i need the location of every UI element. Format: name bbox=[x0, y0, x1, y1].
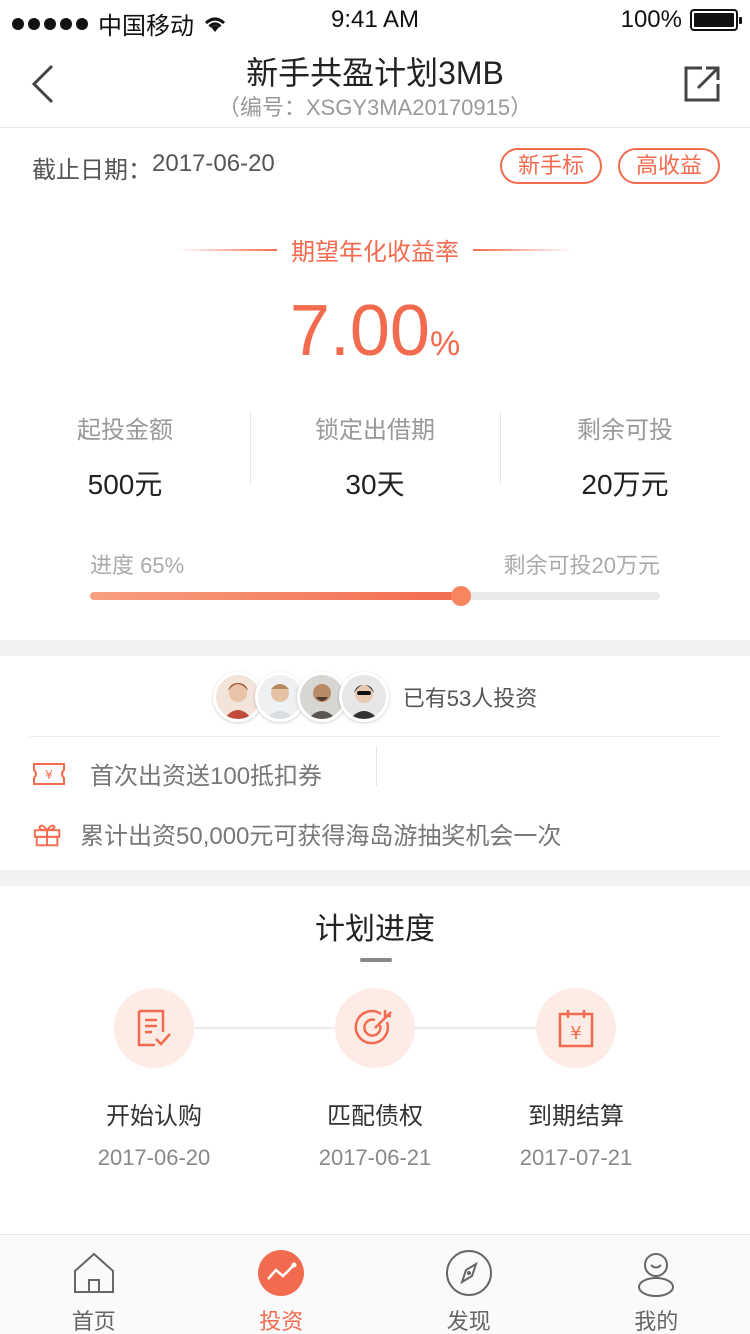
tab-label: 投资 bbox=[259, 1309, 304, 1334]
section-separator bbox=[0, 870, 750, 886]
tab-label: 首页 bbox=[71, 1309, 116, 1334]
metric-label: 剩余可投 bbox=[577, 417, 673, 444]
rate-divider-right bbox=[473, 248, 573, 251]
timeline-step-match: 匹配债权 2017-06-21 bbox=[275, 988, 475, 1171]
section-separator bbox=[0, 640, 750, 656]
step-circle: ¥ bbox=[536, 988, 616, 1068]
rate-display: 7.00% bbox=[0, 290, 750, 372]
home-icon bbox=[73, 1252, 114, 1293]
battery-percent: 100% bbox=[620, 6, 682, 33]
product-code: （编号：XSGY3MA20170915） bbox=[217, 95, 533, 120]
step-date: 2017-07-21 bbox=[519, 1145, 633, 1170]
invest-icon bbox=[258, 1250, 305, 1296]
metric-value: 20万元 bbox=[581, 469, 669, 500]
status-right: 100% bbox=[620, 6, 742, 34]
tab-bar: 首页 投资 发现 我的 bbox=[0, 1234, 750, 1334]
calendar-yen-icon: ¥ bbox=[558, 1010, 594, 1048]
tag-newbie: 新手标 bbox=[499, 148, 602, 184]
promo-coupon[interactable]: ¥ 首次出资送100抵扣券 bbox=[32, 756, 322, 791]
product-tags: 新手标 高收益 bbox=[499, 148, 720, 184]
target-icon bbox=[354, 1009, 392, 1045]
document-check-icon bbox=[137, 1009, 171, 1047]
profile-icon bbox=[638, 1253, 675, 1297]
divider bbox=[376, 746, 377, 786]
tab-invest[interactable]: 投资 bbox=[188, 1235, 376, 1334]
rate-value: 7.00 bbox=[289, 291, 430, 371]
timeline-step-settle: ¥ 到期结算 2017-07-21 bbox=[476, 988, 676, 1171]
investor-count: 已有53人投资 bbox=[402, 686, 538, 711]
tab-label: 我的 bbox=[634, 1309, 679, 1334]
product-detail-page: 中国移动 9:41 AM 100% 新手共盈计划3MB （编号：XSGY3MA2… bbox=[0, 0, 750, 1334]
rate-header: 期望年化收益率 bbox=[0, 232, 750, 267]
coupon-icon: ¥ bbox=[33, 762, 65, 785]
share-icon[interactable] bbox=[680, 62, 724, 106]
svg-text:¥: ¥ bbox=[570, 1023, 581, 1044]
investors[interactable]: 已有53人投资 bbox=[0, 672, 750, 722]
deadline-label: 截止日期： bbox=[32, 157, 152, 184]
gift-icon bbox=[33, 824, 61, 846]
step-label: 开始认购 bbox=[106, 1103, 202, 1130]
navigation-bar: 新手共盈计划3MB （编号：XSGY3MA20170915） bbox=[0, 40, 750, 128]
page-title: 新手共盈计划3MB bbox=[246, 55, 504, 91]
title-underline bbox=[360, 958, 392, 962]
step-date: 2017-06-20 bbox=[97, 1145, 211, 1170]
metric-value: 500元 bbox=[87, 469, 163, 500]
promo-text: 首次出资送100抵扣券 bbox=[90, 763, 323, 790]
metrics-row: 起投金额 500元 锁定出借期 30天 剩余可投 20万元 bbox=[0, 410, 750, 500]
metric-lock-period: 锁定出借期 30天 bbox=[250, 410, 500, 500]
promo-text: 累计出资50,000元可获得海岛游抽奖机会一次 bbox=[80, 823, 562, 850]
progress-label: 进度 65% bbox=[90, 553, 185, 578]
investor-avatars bbox=[212, 672, 389, 722]
metric-value: 30天 bbox=[345, 469, 405, 500]
section-title: 计划进度 bbox=[315, 913, 435, 946]
divider bbox=[30, 736, 720, 737]
step-circle bbox=[335, 988, 415, 1068]
progress-fill bbox=[90, 592, 461, 600]
tag-high-yield: 高收益 bbox=[617, 148, 720, 184]
rate-divider-left bbox=[177, 248, 277, 251]
step-circle bbox=[114, 988, 194, 1068]
metric-label: 起投金额 bbox=[77, 417, 173, 444]
status-bar: 中国移动 9:41 AM 100% bbox=[0, 0, 750, 40]
step-label: 匹配债权 bbox=[327, 1103, 423, 1130]
progress-bar bbox=[90, 586, 660, 606]
metric-remaining: 剩余可投 20万元 bbox=[500, 410, 750, 500]
svg-text:¥: ¥ bbox=[45, 768, 53, 782]
progress-remaining: 剩余可投20万元 bbox=[503, 553, 660, 578]
step-label: 到期结算 bbox=[528, 1103, 624, 1130]
avatar bbox=[338, 672, 389, 722]
step-date: 2017-06-21 bbox=[318, 1145, 432, 1170]
rate-unit: % bbox=[429, 325, 461, 363]
timeline-step-subscribe: 开始认购 2017-06-20 bbox=[54, 988, 254, 1171]
compass-icon bbox=[445, 1250, 492, 1296]
tab-home[interactable]: 首页 bbox=[0, 1235, 188, 1334]
deadline-value: 2017-06-20 bbox=[152, 150, 275, 177]
progress-labels: 进度 65% 剩余可投20万元 bbox=[90, 548, 660, 580]
tab-discover[interactable]: 发现 bbox=[375, 1235, 563, 1334]
tab-label: 发现 bbox=[446, 1309, 491, 1334]
metric-min-investment: 起投金额 500元 bbox=[0, 410, 250, 500]
promo-gift[interactable]: 累计出资50,000元可获得海岛游抽奖机会一次 bbox=[32, 816, 561, 851]
battery-icon bbox=[690, 9, 742, 31]
rate-label: 期望年化收益率 bbox=[291, 239, 459, 266]
metric-label: 锁定出借期 bbox=[315, 417, 435, 444]
deadline: 截止日期： 2017-06-20 bbox=[32, 150, 275, 185]
progress-knob bbox=[450, 586, 471, 606]
tab-profile[interactable]: 我的 bbox=[563, 1235, 750, 1334]
